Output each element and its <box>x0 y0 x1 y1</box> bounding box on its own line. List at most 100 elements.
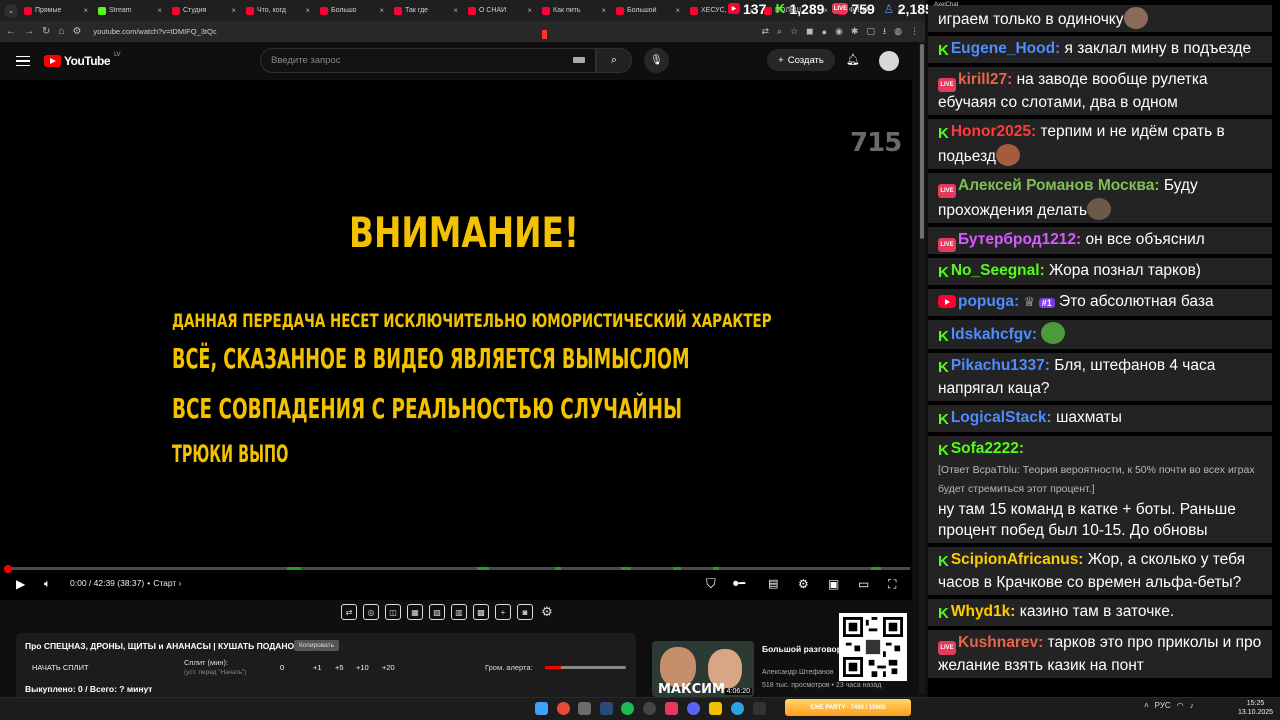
zoom-icon[interactable]: ⌕ <box>777 26 782 37</box>
chat-username[interactable]: kirill27: <box>958 71 1012 88</box>
clock[interactable]: 15:25 13.10.2025 <box>1238 699 1273 717</box>
alert-volume-slider[interactable] <box>545 666 626 669</box>
extension-icon[interactable]: ◼ <box>806 26 813 37</box>
network-icon[interactable]: ◠ <box>1177 701 1184 710</box>
close-tab-icon[interactable]: × <box>453 6 458 15</box>
chat-username[interactable]: ldskahcfgv: <box>951 326 1037 343</box>
subtitles-icon[interactable]: ▤ <box>768 576 778 592</box>
page-scrollbar[interactable] <box>919 42 925 694</box>
browser-tab[interactable]: Что, когд × <box>242 2 314 20</box>
chat-username[interactable]: Pikachu1337: <box>951 357 1050 374</box>
browser-tab[interactable]: Как пить × <box>538 2 610 20</box>
scrubber-handle[interactable] <box>4 565 12 573</box>
step-button[interactable]: +5 <box>335 663 344 672</box>
settings-gear-icon[interactable]: ⚙ <box>539 604 555 620</box>
step-button[interactable]: +10 <box>356 663 369 672</box>
discord-icon[interactable] <box>687 702 700 715</box>
telegram-icon[interactable] <box>731 702 744 715</box>
shield-icon[interactable]: ⛉ <box>706 576 716 592</box>
picture-icon[interactable]: ▨ <box>429 604 445 620</box>
close-tab-icon[interactable]: × <box>83 6 88 15</box>
split-value[interactable]: 0 <box>280 663 284 672</box>
close-tab-icon[interactable]: × <box>527 6 532 15</box>
close-tab-icon[interactable]: × <box>675 6 680 15</box>
screenshot-camera-icon[interactable]: ◙ <box>517 604 533 620</box>
recommended-title[interactable]: Большой разговор с Максимом Кацем <box>762 643 842 655</box>
slider-knob[interactable] <box>542 30 547 39</box>
app-icon[interactable] <box>753 702 766 715</box>
translate-icon[interactable]: ⇄ <box>761 26 769 37</box>
copy-button[interactable]: Копировать <box>294 640 339 651</box>
close-tab-icon[interactable]: × <box>305 6 310 15</box>
chat-username[interactable]: LogicalStack: <box>951 409 1052 426</box>
spotify-icon[interactable] <box>621 702 634 715</box>
notifications-bell-icon[interactable]: 🔔︎ <box>846 53 860 66</box>
video-player[interactable]: 715 ВНИМАНИЕ! ДАННАЯ ПЕРЕДАЧА НЕСЕТ ИСКЛ… <box>0 80 912 600</box>
close-tab-icon[interactable]: × <box>601 6 606 15</box>
chat-username[interactable]: ScipionAfricanus: <box>951 551 1084 568</box>
loop-icon[interactable]: ⇄ <box>341 604 357 620</box>
chrome-icon[interactable] <box>557 702 570 715</box>
video-progress-bar[interactable] <box>7 567 910 570</box>
folder-icon[interactable] <box>709 702 722 715</box>
url-field[interactable]: youtube.com/watch?v=tDMIFQ_3tQc <box>93 27 216 36</box>
chat-username[interactable]: Eugene_Hood: <box>951 40 1060 57</box>
bookmark-star-icon[interactable]: ☆ <box>790 26 798 37</box>
theater-mode-icon[interactable]: ▭ <box>858 576 869 592</box>
step-button[interactable]: +1 <box>313 663 322 672</box>
home-icon[interactable]: ⌂ <box>58 26 64 37</box>
browser-tab[interactable]: Большой × <box>612 2 684 20</box>
search-button[interactable]: ⌕ <box>596 48 632 73</box>
browser-tab[interactable]: Прямые × <box>20 2 92 20</box>
chat-username[interactable]: Honor2025: <box>951 123 1036 140</box>
tab-search-button[interactable]: ⌄ <box>4 3 18 18</box>
chat-username[interactable]: popuga: <box>958 293 1019 310</box>
create-button[interactable]: + Создать <box>767 49 835 71</box>
scrollbar-thumb[interactable] <box>920 44 924 239</box>
tab-group-icon[interactable]: ▢ <box>866 26 875 37</box>
tray-expand-icon[interactable]: ˄ <box>1144 701 1149 710</box>
menu-kebab-icon[interactable]: ⋮ <box>910 26 919 37</box>
reload-icon[interactable]: ↻ <box>42 26 50 37</box>
download-icon[interactable]: ⭳ <box>883 24 886 40</box>
voice-search-button[interactable]: 🎙︎ <box>644 48 669 73</box>
site-info-icon[interactable]: ⚙ <box>72 26 81 37</box>
recommended-channel[interactable]: Александр Штефанов <box>762 669 842 676</box>
youtube-logo[interactable]: YouTube LV <box>44 52 120 68</box>
back-icon[interactable]: ← <box>6 26 16 37</box>
play-icon[interactable]: ▶ <box>16 576 25 592</box>
chapter-title[interactable]: Старт <box>153 578 176 588</box>
miniplayer-icon[interactable]: ▣ <box>828 576 839 592</box>
settings-gear-icon[interactable]: ⚙ <box>798 576 809 592</box>
keyboard-icon[interactable] <box>573 57 585 63</box>
chat-username[interactable]: Sofa2222: <box>951 440 1024 457</box>
autoplay-toggle[interactable]: ⏺━ <box>733 576 745 592</box>
browser-tab[interactable]: Так где × <box>390 2 462 20</box>
extensions-puzzle-icon[interactable]: ✱ <box>851 26 859 37</box>
fullscreen-icon[interactable]: ⛶ <box>888 576 896 592</box>
extension-icon[interactable]: ◉ <box>835 26 843 37</box>
chat-username[interactable]: Алексей Романов Москва: <box>958 177 1160 194</box>
account-avatar[interactable] <box>879 51 899 71</box>
volume-icon[interactable]: 🔈︎ <box>44 576 51 592</box>
chat-username[interactable]: Бутерброд1212: <box>958 231 1081 248</box>
profile-icon[interactable]: ◍ <box>894 26 902 37</box>
browser-tab[interactable]: Stream × <box>94 2 166 20</box>
audio-icon[interactable]: ◎ <box>363 604 379 620</box>
close-tab-icon[interactable]: × <box>379 6 384 15</box>
add-clip-icon[interactable]: + <box>495 604 511 620</box>
crop-icon[interactable]: ▥ <box>451 604 467 620</box>
steam-icon[interactable] <box>600 702 613 715</box>
extension-icon[interactable]: ● <box>822 27 827 37</box>
browser-tab[interactable]: О СНАЙ × <box>464 2 536 20</box>
app-icon[interactable] <box>665 702 678 715</box>
start-split-button[interactable]: НАЧАТЬ СПЛИТ <box>32 663 89 672</box>
cinema-icon[interactable]: ◫ <box>385 604 401 620</box>
search-input[interactable]: Введите запрос <box>260 48 596 73</box>
close-tab-icon[interactable]: × <box>231 6 236 15</box>
start-menu-icon[interactable] <box>535 702 548 715</box>
step-button[interactable]: +20 <box>382 663 395 672</box>
chat-username[interactable]: Whyd1k: <box>951 603 1016 620</box>
browser-tab[interactable]: Студия × <box>168 2 240 20</box>
speed-icon[interactable]: ▩ <box>473 604 489 620</box>
